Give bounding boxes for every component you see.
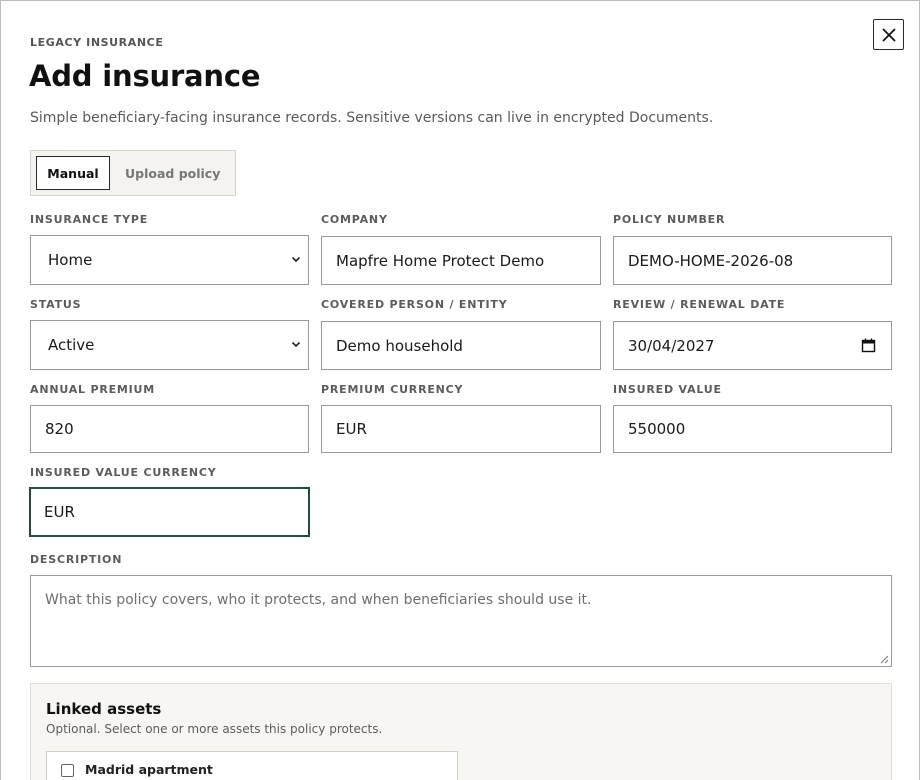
annual-premium-value: 820 — [45, 420, 74, 438]
tab-upload-policy[interactable]: Upload policy — [125, 156, 220, 190]
linked-assets-title: Linked assets — [46, 700, 162, 718]
insured-value-currency-label: INSURED VALUE CURRENCY — [30, 466, 217, 479]
company-input[interactable]: Mapfre Home Protect Demo — [321, 236, 601, 285]
modal-eyebrow: LEGACY INSURANCE — [30, 36, 164, 49]
asset-label: Madrid apartment — [85, 762, 213, 777]
covered-person-input[interactable]: Demo household — [321, 321, 601, 370]
modal-title: Add insurance — [29, 59, 261, 93]
company-value: Mapfre Home Protect Demo — [336, 251, 545, 270]
status-label: STATUS — [30, 298, 82, 311]
covered-person-value: Demo household — [336, 336, 463, 355]
annual-premium-label: ANNUAL PREMIUM — [30, 383, 156, 396]
close-icon — [881, 27, 896, 42]
annual-premium-input[interactable]: 820 — [30, 405, 309, 453]
description-placeholder: What this policy covers, who it protects… — [45, 592, 592, 608]
calendar-icon[interactable] — [861, 338, 876, 353]
policy-number-value: DEMO-HOME-2026-08 — [628, 251, 794, 270]
linked-assets-panel: Linked assets Optional. Select one or mo… — [30, 683, 892, 780]
tab-manual[interactable]: Manual — [36, 156, 110, 190]
insurance-type-select[interactable]: Home — [30, 235, 309, 285]
status-value: Active — [48, 336, 95, 354]
resize-handle-icon[interactable] — [880, 655, 889, 664]
policy-number-label: POLICY NUMBER — [613, 213, 726, 226]
review-date-value: 30/04/2027 — [628, 336, 715, 355]
insurance-type-label: INSURANCE TYPE — [30, 213, 149, 226]
modal-subtitle: Simple beneficiary-facing insurance reco… — [30, 110, 714, 126]
insured-value-currency-value: EUR — [44, 503, 75, 521]
entry-mode-tabs: Manual Upload policy — [30, 150, 236, 196]
premium-currency-input[interactable]: EUR — [321, 405, 601, 453]
linked-assets-description: Optional. Select one or more assets this… — [46, 722, 383, 736]
policy-number-input[interactable]: DEMO-HOME-2026-08 — [613, 236, 892, 285]
chevron-down-icon — [291, 341, 301, 348]
premium-currency-label: PREMIUM CURRENCY — [321, 383, 464, 396]
status-select[interactable]: Active — [30, 320, 309, 370]
review-date-label: REVIEW / RENEWAL DATE — [613, 298, 786, 311]
insured-value-currency-input[interactable]: EUR — [29, 487, 310, 537]
chevron-down-icon — [291, 256, 301, 263]
add-insurance-modal: LEGACY INSURANCE Add insurance Simple be… — [0, 0, 920, 780]
asset-option-madrid-apartment[interactable]: Madrid apartment — [46, 751, 458, 780]
insured-value-value: 550000 — [628, 420, 686, 438]
insured-value-label: INSURED VALUE — [613, 383, 722, 396]
description-label: DESCRIPTION — [30, 553, 123, 566]
insurance-type-value: Home — [48, 251, 93, 269]
review-date-input[interactable]: 30/04/2027 — [613, 321, 892, 370]
company-label: COMPANY — [321, 213, 388, 226]
description-textarea[interactable]: What this policy covers, who it protects… — [30, 575, 892, 667]
close-button[interactable] — [873, 19, 904, 50]
asset-checkbox[interactable] — [61, 764, 74, 777]
insured-value-input[interactable]: 550000 — [613, 405, 892, 453]
covered-person-label: COVERED PERSON / ENTITY — [321, 298, 508, 311]
premium-currency-value: EUR — [336, 420, 367, 438]
